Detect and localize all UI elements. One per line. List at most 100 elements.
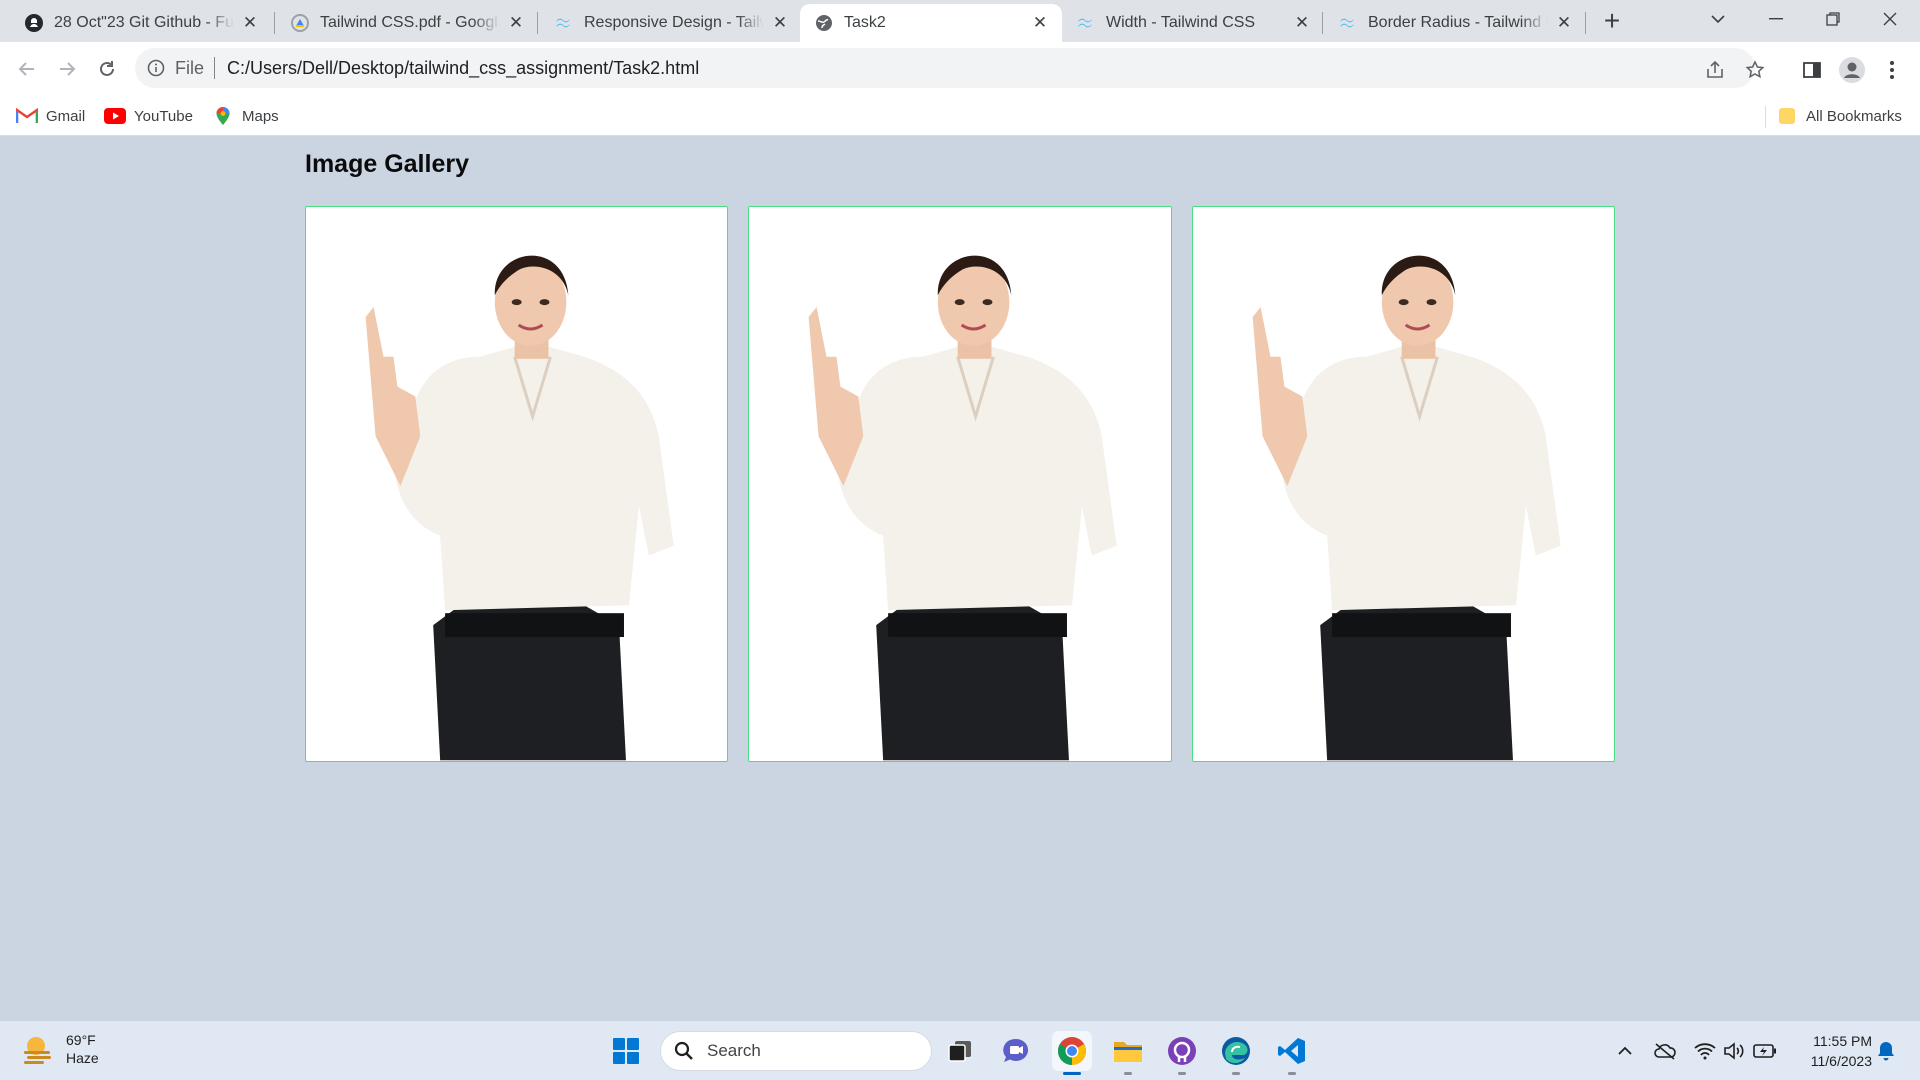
browser-toolbar: File C:/Users/Dell/Desktop/tailwind_css_… — [0, 42, 1920, 96]
tailwind-icon — [1338, 13, 1358, 33]
tab-separator — [274, 12, 275, 34]
info-icon[interactable] — [145, 57, 167, 79]
tab-task2[interactable]: Task2 ✕ — [800, 4, 1062, 42]
url-divider — [214, 57, 216, 79]
tab-responsive-design[interactable]: Responsive Design - Tailwin ✕ — [540, 4, 802, 42]
tab-title: Responsive Design - Tailwin — [584, 14, 764, 31]
close-window-button[interactable] — [1862, 0, 1918, 38]
kebab-menu-icon[interactable] — [1878, 56, 1906, 84]
battery-charging-icon[interactable] — [1753, 1039, 1777, 1063]
address-bar[interactable]: File C:/Users/Dell/Desktop/tailwind_css_… — [135, 48, 1765, 88]
tailwind-icon — [554, 13, 574, 33]
bookmarks-bar: Gmail YouTube Maps All Bookmarks — [0, 96, 1920, 136]
close-icon[interactable]: ✕ — [1292, 13, 1312, 33]
haze-sun-icon — [24, 1037, 51, 1064]
taskbar-edge[interactable] — [1216, 1031, 1256, 1075]
tab-title: Task2 — [844, 14, 886, 31]
chevron-up-icon[interactable] — [1613, 1039, 1637, 1063]
taskbar-file-explorer[interactable] — [1108, 1031, 1148, 1075]
tab-separator — [1322, 12, 1323, 34]
running-indicator — [1124, 1072, 1132, 1075]
close-icon[interactable]: ✕ — [770, 13, 790, 33]
reload-button[interactable] — [91, 53, 123, 85]
notification-bell-icon[interactable] — [1874, 1039, 1898, 1063]
tab-tailwind-pdf[interactable]: Tailwind CSS.pdf - Google D ✕ — [276, 4, 538, 42]
close-icon[interactable]: ✕ — [240, 13, 260, 33]
reload-icon — [100, 61, 114, 76]
gmail-icon — [16, 106, 38, 126]
task-view-icon — [948, 1041, 971, 1062]
gallery-image-2 — [748, 206, 1172, 762]
bookmark-label: Maps — [242, 107, 279, 125]
bookmark-label: Gmail — [46, 107, 86, 125]
weather-temperature: 69°F — [66, 1032, 96, 1048]
teams-chat-icon — [1003, 1038, 1029, 1062]
clock-date: 11/6/2023 — [1810, 1053, 1872, 1069]
windows-logo-icon — [613, 1038, 639, 1064]
close-icon[interactable]: ✕ — [506, 13, 526, 33]
google-drive-icon — [290, 13, 310, 33]
onedrive-offline-icon[interactable] — [1653, 1039, 1677, 1063]
wifi-icon[interactable] — [1693, 1039, 1717, 1063]
back-button[interactable] — [11, 53, 43, 85]
url-scheme-label: File — [175, 57, 205, 78]
running-indicator — [1178, 1072, 1186, 1075]
system-clock[interactable]: 11:55 PM 11/6/2023 — [1790, 1031, 1872, 1071]
profile-avatar-icon[interactable] — [1838, 56, 1866, 84]
close-icon[interactable]: ✕ — [1030, 13, 1050, 33]
maps-icon — [212, 106, 234, 126]
chrome-icon — [1058, 1037, 1086, 1065]
all-bookmarks-label: All Bookmarks — [1806, 107, 1902, 125]
tab-title: Border Radius - Tailwind C — [1368, 14, 1548, 31]
page-content: Image Gallery — [0, 136, 1920, 1020]
tab-title: Width - Tailwind CSS — [1106, 14, 1256, 31]
taskbar-chrome[interactable] — [1052, 1031, 1092, 1075]
running-indicator — [1232, 1072, 1240, 1075]
close-icon[interactable]: ✕ — [1554, 13, 1574, 33]
bookmarks-divider — [1765, 106, 1766, 128]
new-tab-button[interactable]: + — [1597, 5, 1627, 36]
bookmark-gmail[interactable]: Gmail — [16, 104, 85, 128]
search-icon — [673, 1040, 695, 1062]
forward-arrow-icon — [60, 62, 76, 76]
windows-taskbar: 69°F Haze Search 11:55 PM 11/6/2023 — [0, 1020, 1920, 1080]
clock-time: 11:55 PM — [1813, 1033, 1872, 1049]
url-text[interactable]: C:/Users/Dell/Desktop/tailwind_css_assig… — [227, 58, 699, 79]
taskbar-github-desktop[interactable] — [1162, 1031, 1202, 1075]
tab-git-github[interactable]: 28 Oct"23 Git Github - Full ✕ — [10, 4, 272, 42]
vscode-icon — [1278, 1038, 1305, 1064]
tab-width-tailwind[interactable]: Width - Tailwind CSS ✕ — [1062, 4, 1324, 42]
forward-button[interactable] — [51, 53, 83, 85]
image-gallery — [305, 206, 1615, 762]
tab-title: 28 Oct"23 Git Github - Full — [54, 14, 234, 31]
close-icon — [1883, 12, 1897, 26]
github-desktop-icon — [1168, 1037, 1196, 1065]
tab-search-button[interactable] — [1690, 0, 1746, 38]
share-icon[interactable] — [1703, 58, 1727, 82]
restore-button[interactable] — [1805, 0, 1861, 38]
bookmark-youtube[interactable]: YouTube — [104, 104, 193, 128]
tab-border-radius[interactable]: Border Radius - Tailwind C ✕ — [1324, 4, 1586, 42]
folder-icon — [1114, 1042, 1142, 1062]
task-view-button[interactable] — [940, 1031, 980, 1071]
side-panel-icon[interactable] — [1798, 56, 1826, 84]
weather-widget[interactable]: 69°F Haze — [20, 1031, 99, 1067]
taskbar-search[interactable]: Search — [660, 1031, 932, 1071]
teams-chat-button[interactable] — [996, 1031, 1036, 1071]
tab-strip: 28 Oct"23 Git Github - Full ✕ Tailwind C… — [0, 0, 1920, 42]
running-indicator — [1288, 1072, 1296, 1075]
tab-separator — [537, 12, 538, 34]
restore-icon — [1826, 12, 1840, 26]
woman-pointing-up-image — [1192, 207, 1614, 761]
all-bookmarks-button[interactable]: All Bookmarks — [1776, 104, 1902, 128]
gallery-image-1 — [305, 206, 729, 762]
taskbar-vscode[interactable] — [1272, 1031, 1312, 1075]
bookmark-star-icon[interactable] — [1743, 58, 1767, 82]
minimize-button[interactable] — [1748, 0, 1804, 38]
woman-pointing-up-image — [749, 207, 1171, 761]
start-button[interactable] — [606, 1031, 646, 1071]
tab-title: Tailwind CSS.pdf - Google D — [320, 14, 500, 31]
bookmark-maps[interactable]: Maps — [212, 104, 279, 128]
edge-icon — [1222, 1037, 1250, 1065]
volume-icon[interactable] — [1722, 1039, 1746, 1063]
